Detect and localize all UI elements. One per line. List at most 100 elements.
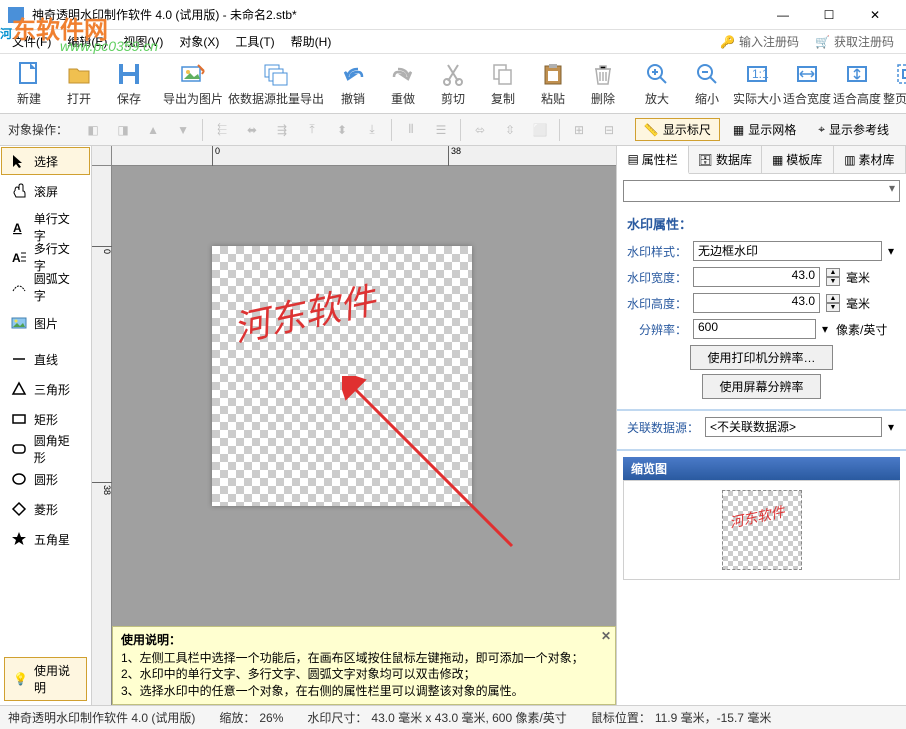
tab-templates[interactable]: ▦模板库 [762,146,834,173]
show-grid-toggle[interactable]: ▦显示网格 [724,118,805,141]
fit-width-button[interactable]: 适合宽度 [782,55,832,112]
same-height-button[interactable]: ⇳ [497,117,523,143]
hint-close-button[interactable]: ✕ [601,629,611,643]
dpi-combo[interactable]: 600 [693,319,816,339]
watermark-text-object[interactable]: 河东软件 [228,272,380,353]
menu-file[interactable]: 文件(F) [4,31,59,52]
artboard[interactable]: 河东软件 [212,246,472,506]
menu-help[interactable]: 帮助(H) [283,31,340,52]
datasource-combo[interactable]: <不关联数据源> [705,417,882,437]
tool-triangle[interactable]: 三角形 [1,375,90,403]
tool-arc-text[interactable]: 圆弧文字 [1,273,90,301]
height-up[interactable]: ▲ [826,294,840,303]
assets-icon: ▥ [844,153,855,167]
menu-object[interactable]: 对象(X) [171,31,227,52]
distribute-h-button[interactable]: ⫴ [398,117,424,143]
tool-single-text[interactable]: A单行文字 [1,213,90,241]
object-selector-combo[interactable] [623,180,900,202]
tab-properties[interactable]: ▤属性栏 [617,146,689,174]
layer-back-button[interactable]: ◨ [110,117,136,143]
fit-height-button[interactable]: 适合高度 [832,55,882,112]
width-input[interactable]: 43.0 [693,267,820,287]
tool-select[interactable]: 选择 [1,147,90,175]
align-right-button[interactable]: ⇶ [269,117,295,143]
close-button[interactable]: ✕ [852,0,898,30]
maximize-button[interactable]: ☐ [806,0,852,30]
undo-button[interactable]: 撤销 [328,55,378,112]
open-button[interactable]: 打开 [54,55,104,112]
tool-multi-text[interactable]: A多行文字 [1,243,90,271]
new-icon [15,60,43,88]
show-guides-toggle[interactable]: ⌖显示参考线 [809,118,898,141]
zoom-out-button[interactable]: 缩小 [682,55,732,112]
status-pos: 鼠标位置：11.9 毫米，-15.7 毫米 [591,709,772,726]
tool-rect[interactable]: 矩形 [1,405,90,433]
get-reg-link[interactable]: 🛒获取注册码 [807,33,902,50]
db-icon: 🗄 [698,153,713,167]
ruler-horizontal[interactable]: 0 38 [112,146,616,166]
height-down[interactable]: ▼ [826,303,840,312]
tool-round-rect[interactable]: 圆角矩形 [1,435,90,463]
undo-icon [339,60,367,88]
thumbnail-heading: 缩览图 [623,457,900,480]
align-bottom-button[interactable]: ⤓ [359,117,385,143]
statusbar: 神奇透明水印制作软件 4.0 (试用版) 缩放：26% 水印尺寸：43.0 毫米… [0,705,906,729]
status-app: 神奇透明水印制作软件 4.0 (试用版) [8,709,195,726]
layer-down-button[interactable]: ▼ [170,117,196,143]
thumbnail-view: 河东软件 [623,480,900,580]
style-combo[interactable]: 无边框水印 [693,241,882,261]
actual-size-button[interactable]: 1:1实际大小 [732,55,782,112]
hint-line-3: 3、选择水印中的任意一个对象，在右侧的属性栏里可以调整该对象的属性。 [121,683,607,700]
width-down[interactable]: ▼ [826,277,840,286]
tool-image[interactable]: 图片 [1,309,90,337]
same-width-button[interactable]: ⬄ [467,117,493,143]
use-printer-dpi-button[interactable]: 使用打印机分辨率… [690,345,832,370]
minimize-button[interactable]: — [760,0,806,30]
ruler-vertical[interactable]: 0 38 [92,166,112,705]
export-image-button[interactable]: 导出为图片 [158,55,228,112]
new-button[interactable]: 新建 [4,55,54,112]
align-center-h-button[interactable]: ⬌ [239,117,265,143]
layer-front-button[interactable]: ◧ [80,117,106,143]
save-button[interactable]: 保存 [104,55,154,112]
cart-icon: 🛒 [815,35,830,49]
menu-view[interactable]: 视图(V) [115,31,171,52]
tool-diamond[interactable]: 菱形 [1,495,90,523]
batch-export-button[interactable]: 依数据源批量导出 [228,55,324,112]
height-input[interactable]: 43.0 [693,293,820,313]
zoom-in-button[interactable]: 放大 [632,55,682,112]
canvas-viewport[interactable]: 河东软件 [112,166,616,705]
enter-reg-link[interactable]: 🔑输入注册码 [712,33,807,50]
tool-star[interactable]: 五角星 [1,525,90,553]
align-top-button[interactable]: ⤒ [299,117,325,143]
menu-tools[interactable]: 工具(T) [227,31,282,52]
actual-size-icon: 1:1 [743,60,771,88]
use-screen-dpi-button[interactable]: 使用屏幕分辨率 [702,374,820,399]
redo-button[interactable]: 重做 [378,55,428,112]
paste-button[interactable]: 粘贴 [528,55,578,112]
tab-assets[interactable]: ▥素材库 [834,146,906,173]
tool-circle[interactable]: 圆形 [1,465,90,493]
hint-button[interactable]: 💡使用说明 [4,657,87,701]
full-page-button[interactable]: 整页显示 [882,55,906,112]
copy-icon [489,60,517,88]
tool-scroll[interactable]: 滚屏 [1,177,90,205]
layer-up-button[interactable]: ▲ [140,117,166,143]
ungroup-button[interactable]: ⊟ [596,117,622,143]
distribute-v-button[interactable]: ☰ [428,117,454,143]
same-size-button[interactable]: ⬜ [527,117,553,143]
align-left-button[interactable]: ⬱ [209,117,235,143]
tool-line[interactable]: 直线 [1,345,90,373]
delete-button[interactable]: 删除 [578,55,628,112]
diamond-icon [10,500,28,518]
cut-button[interactable]: 剪切 [428,55,478,112]
show-ruler-toggle[interactable]: 📏显示标尺 [635,118,720,141]
menu-edit[interactable]: 编辑(E) [59,31,115,52]
object-toolbar: 对象操作： ◧ ◨ ▲ ▼ ⬱ ⬌ ⇶ ⤒ ⬍ ⤓ ⫴ ☰ ⬄ ⇳ ⬜ ⊞ ⊟ … [0,114,906,146]
ruler-icon: 📏 [644,123,659,137]
tab-database[interactable]: 🗄数据库 [689,146,761,173]
group-button[interactable]: ⊞ [566,117,592,143]
copy-button[interactable]: 复制 [478,55,528,112]
align-center-v-button[interactable]: ⬍ [329,117,355,143]
width-up[interactable]: ▲ [826,268,840,277]
